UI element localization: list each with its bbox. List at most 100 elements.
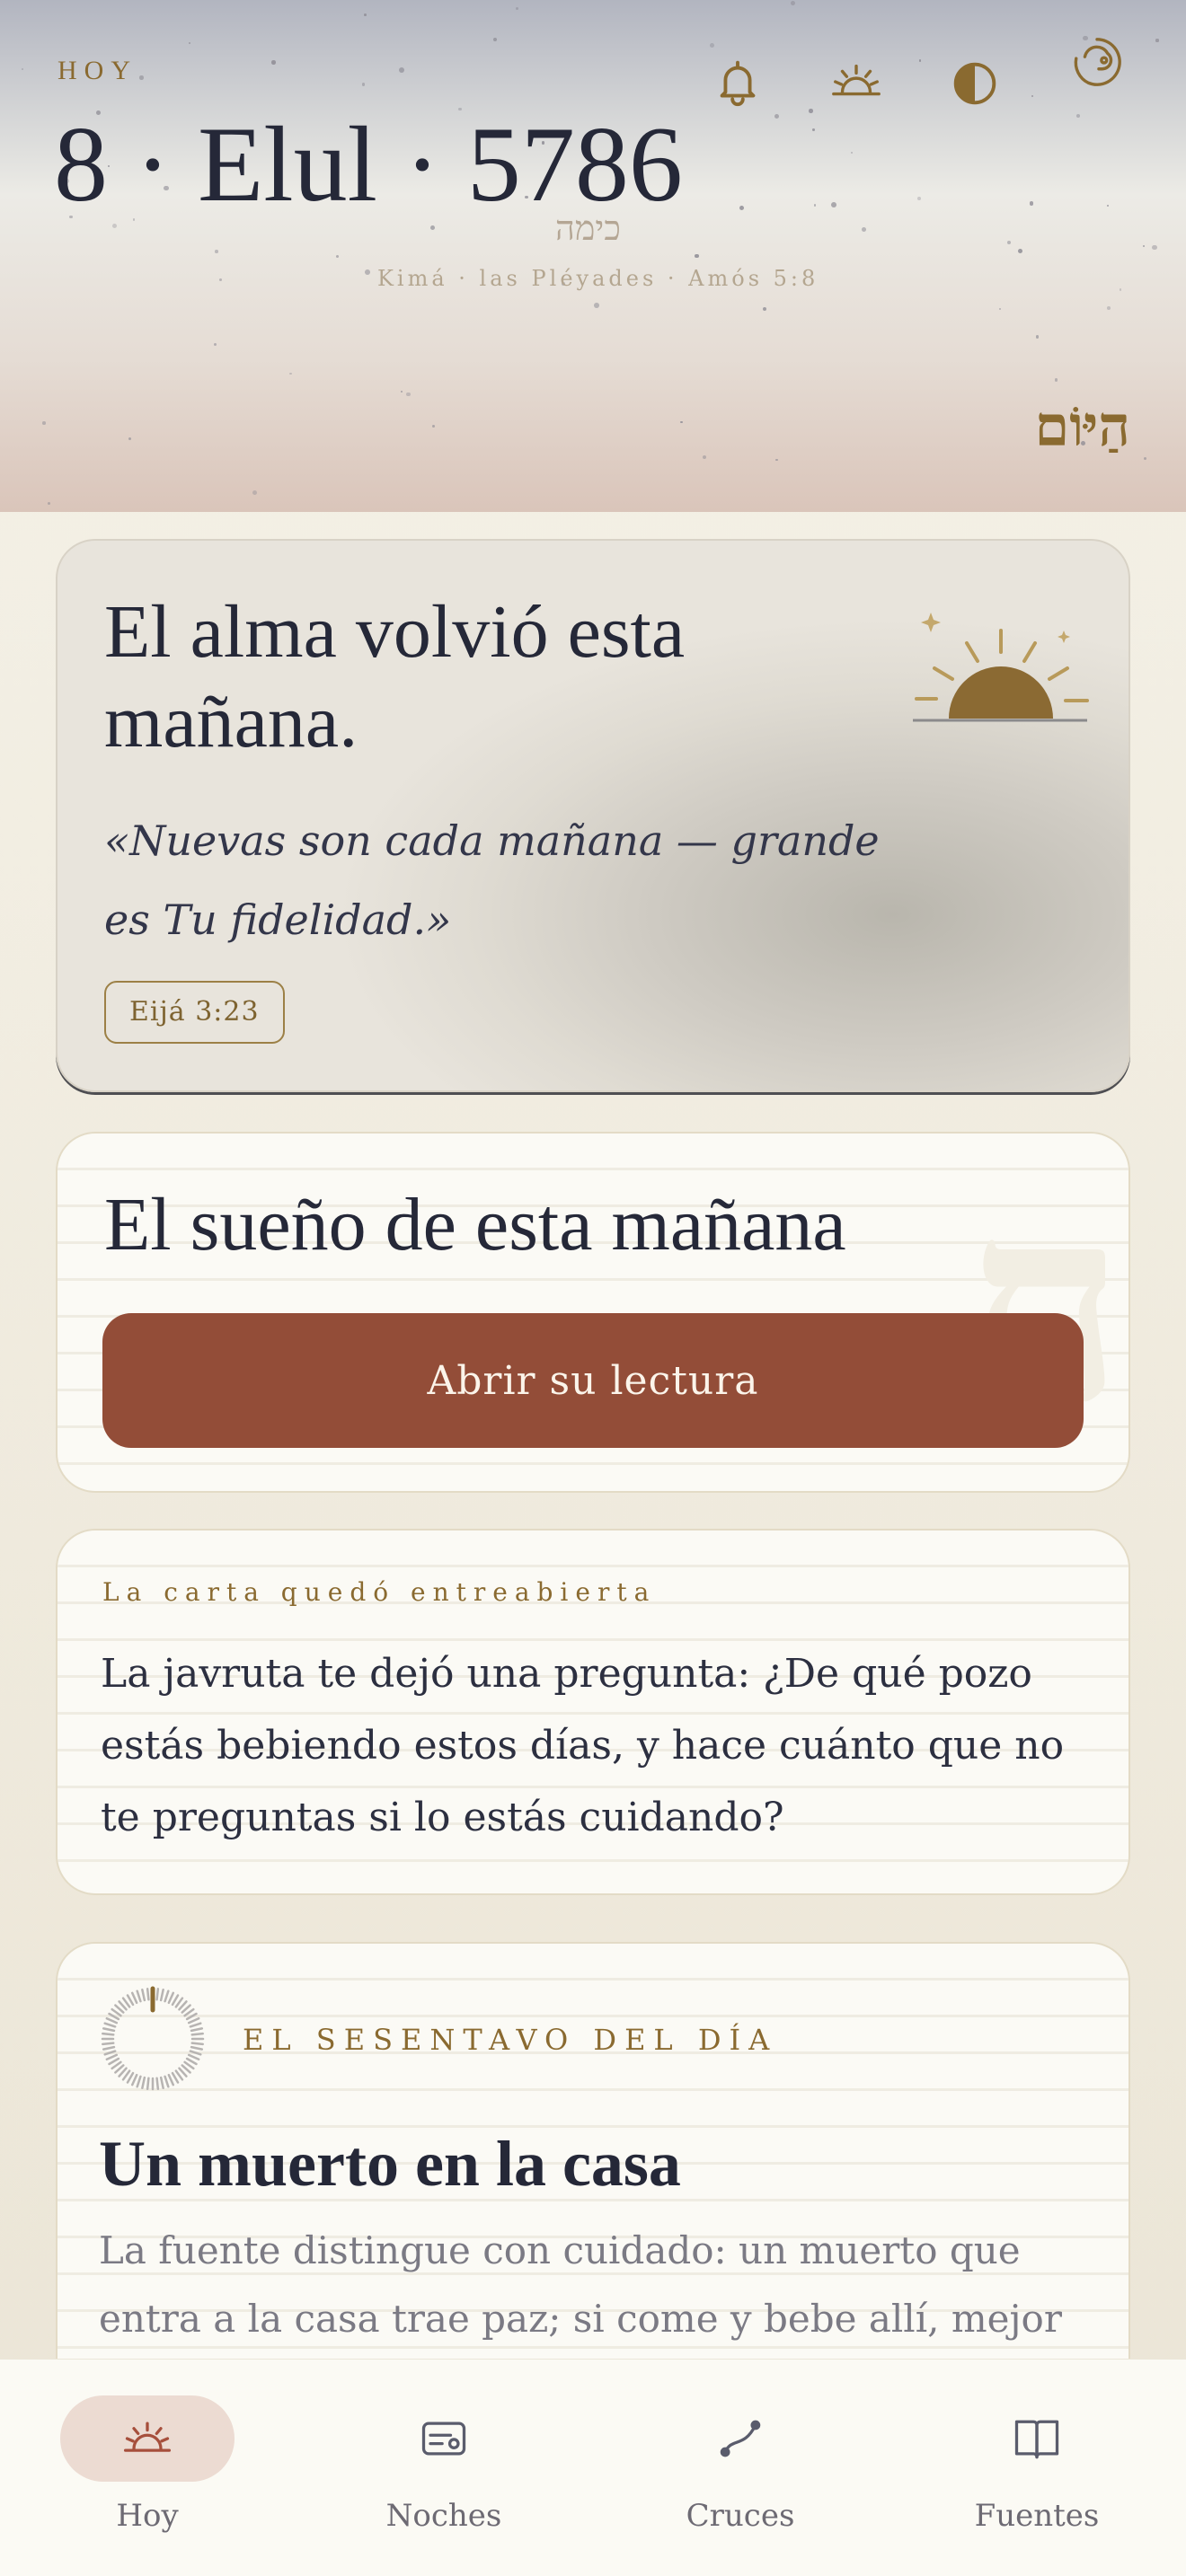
header: HOY 8 · Elul · 5786 כימה Kimá · las Pléy… — [0, 0, 1186, 512]
progress-tick — [155, 2077, 160, 2090]
progress-tick — [190, 2027, 204, 2033]
star-dot — [1017, 249, 1022, 254]
star-dot — [791, 0, 796, 6]
nav-item-cruces[interactable]: Cruces — [633, 2395, 848, 2548]
star-dot — [139, 75, 144, 80]
progress-tick — [105, 2016, 119, 2025]
bell-icon[interactable] — [706, 50, 769, 113]
star-dot — [999, 307, 1002, 310]
star-dot — [774, 113, 779, 119]
progress-tick — [190, 2042, 204, 2046]
progress-tick — [190, 2032, 204, 2036]
star-dot — [252, 490, 258, 496]
progress-tick — [102, 2042, 115, 2046]
star-dot — [680, 420, 683, 424]
star-dot — [218, 278, 223, 282]
progress-tick — [159, 1988, 164, 2002]
star-dot — [594, 303, 600, 308]
progress-tick — [185, 2012, 198, 2021]
sunrise-illustration-icon — [913, 613, 1089, 722]
sixtieth-card-body: La fuente distingue con cuidado: un muer… — [99, 2228, 1062, 2341]
star-dot — [1143, 244, 1146, 247]
sunrise-icon[interactable] — [825, 50, 888, 113]
progress-tick — [155, 1988, 160, 2001]
nav-item-hoy[interactable]: Hoy — [40, 2395, 255, 2548]
star-dot — [1152, 244, 1157, 250]
progress-tick — [130, 1991, 138, 2005]
profile-icon[interactable] — [1066, 31, 1128, 93]
star-dot — [1119, 288, 1122, 291]
progress-tick — [108, 2057, 120, 2066]
star-dot — [862, 227, 867, 233]
star-dot — [850, 151, 854, 154]
star-dot — [1107, 204, 1110, 207]
sunrise-icon — [60, 2395, 235, 2482]
star-dot — [271, 60, 276, 65]
star-dot — [1143, 457, 1146, 461]
star-dot — [431, 424, 436, 428]
star-dot — [1155, 39, 1159, 42]
progress-tick — [126, 2071, 135, 2084]
star-dot — [364, 13, 367, 17]
progress-tick — [187, 2053, 200, 2061]
card-icon — [357, 2395, 531, 2482]
progress-tick — [105, 2053, 119, 2061]
star-dot — [1054, 378, 1058, 382]
star-dot — [214, 343, 217, 347]
star-dot — [492, 38, 498, 42]
today-label: HOY — [58, 56, 137, 85]
star-dot — [361, 83, 365, 86]
morning-card-quote: «Nuevas son cada mañana — grande es Tu f… — [104, 816, 880, 944]
book-icon — [950, 2395, 1124, 2482]
progress-tick — [167, 2073, 175, 2086]
progress-tick — [185, 2057, 198, 2066]
progress-tick — [102, 2032, 115, 2036]
star-dot — [189, 42, 191, 45]
bottom-nav: Hoy Noches Cruces Fuentes — [0, 2359, 1186, 2576]
nav-item-noches[interactable]: Noches — [336, 2395, 552, 2548]
progress-tick — [164, 1989, 170, 2003]
star-dot — [695, 253, 700, 259]
progress-tick — [136, 2075, 142, 2088]
star-dot — [406, 392, 411, 397]
star-dot — [1076, 113, 1081, 118]
progress-tick — [171, 2071, 180, 2084]
verse-reference-badge[interactable]: Eijá 3:23 — [104, 981, 285, 1044]
progress-tick — [164, 2075, 170, 2088]
star-dot — [47, 501, 51, 506]
moon-phase-icon[interactable] — [943, 50, 1006, 113]
star-dot — [811, 128, 815, 131]
star-dot — [128, 437, 132, 441]
progress-tick — [171, 1994, 180, 2007]
letter-card[interactable]: La carta quedó entreabierta La javruta t… — [56, 1529, 1130, 1895]
star-dot — [918, 59, 922, 63]
star-dot — [775, 458, 778, 461]
sixtieth-card-eyebrow: EL SESENTAVO DEL DÍA — [243, 2023, 778, 2057]
star-dot — [809, 109, 813, 113]
star-dot — [1029, 200, 1034, 206]
star-dot — [42, 421, 46, 425]
open-reading-button[interactable]: Abrir su lectura — [102, 1313, 1084, 1448]
kima-caption: Kimá · las Pléyades · Amós 5:8 — [377, 266, 819, 291]
morning-card[interactable]: El alma volvió esta mañana. «Nuevas son … — [56, 539, 1130, 1092]
progress-tick — [102, 2027, 116, 2033]
progress-tick — [187, 2016, 200, 2025]
progress-tick — [167, 1991, 175, 2005]
nav-label-hoy: Hoy — [116, 2498, 179, 2534]
nav-label-fuentes: Fuentes — [974, 2498, 1100, 2534]
star-dot — [762, 306, 767, 312]
dream-card-title: El sueño de esta mañana — [104, 1183, 846, 1266]
progress-tick — [108, 2012, 120, 2021]
progress-tick — [103, 2022, 117, 2028]
star-dot — [430, 225, 436, 231]
progress-tick — [141, 1988, 146, 2002]
star-dot — [709, 43, 714, 48]
star-dot — [1007, 240, 1012, 244]
star-dot — [22, 68, 24, 71]
progress-tick — [130, 2073, 138, 2086]
progress-tick — [189, 2022, 202, 2028]
progress-ring-icon — [101, 1986, 205, 2091]
progress-tick — [136, 1989, 142, 2003]
kima-hebrew: כימה — [555, 208, 621, 248]
nav-item-fuentes[interactable]: Fuentes — [929, 2395, 1145, 2548]
